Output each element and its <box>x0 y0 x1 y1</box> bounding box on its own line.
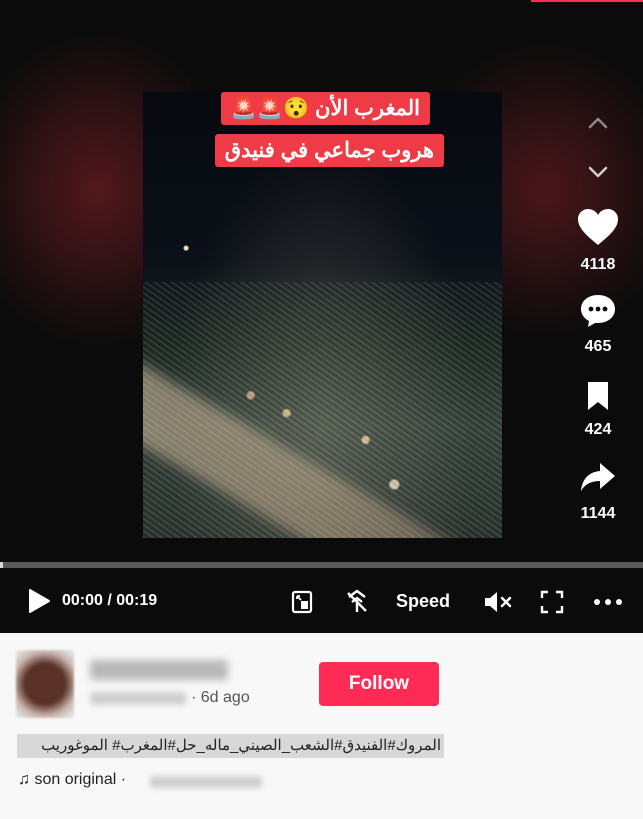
more-options-icon[interactable] <box>593 597 623 607</box>
author-handle-blurred[interactable] <box>90 692 186 705</box>
chevron-down-icon[interactable] <box>585 159 611 185</box>
music-note-icon: ♫ <box>18 771 30 788</box>
music-label: son original · <box>34 771 127 788</box>
music-author-blurred[interactable] <box>150 776 262 788</box>
chevron-up-icon[interactable] <box>585 110 611 136</box>
progress-fill <box>0 562 3 568</box>
float-player-icon[interactable] <box>343 588 371 616</box>
time-display: 00:00 / 00:19 <box>62 592 158 609</box>
comment-button[interactable]: 465 <box>572 293 624 356</box>
like-button[interactable]: 4118 <box>572 207 624 274</box>
picture-in-picture-icon[interactable] <box>289 589 315 615</box>
play-icon[interactable] <box>26 587 52 615</box>
like-count: 4118 <box>580 256 616 273</box>
avatar[interactable] <box>16 650 74 718</box>
share-button[interactable]: 1144 <box>572 460 624 523</box>
speed-button[interactable]: Speed <box>396 591 450 612</box>
save-count: 424 <box>584 421 612 438</box>
comment-count: 465 <box>584 338 612 355</box>
mute-icon[interactable] <box>482 589 514 615</box>
author-name-blurred[interactable] <box>90 660 228 680</box>
fullscreen-icon[interactable] <box>539 589 565 615</box>
video-player[interactable]: المغرب الأن 😯🚨🚨 هروب جماعي في فنيدق 4118… <box>0 0 643 633</box>
follow-button[interactable]: Follow <box>319 662 439 706</box>
video-caption-overlay: المغرب الأن 😯🚨🚨 هروب جماعي في فنيدق <box>179 92 444 184</box>
share-arrow-icon <box>581 463 615 491</box>
share-count: 1144 <box>580 505 616 522</box>
comment-icon <box>581 295 615 327</box>
caption-line-1: المغرب الأن 😯🚨🚨 <box>220 92 430 125</box>
heart-icon <box>578 209 618 245</box>
progress-bar[interactable] <box>0 562 643 568</box>
post-age: · 6d ago <box>191 689 250 706</box>
caption-line-2: هروب جماعي في فنيدق <box>214 134 444 167</box>
music-row[interactable]: ♫ son original · <box>18 771 126 789</box>
save-button[interactable]: 424 <box>572 380 624 439</box>
bookmark-icon <box>588 382 608 410</box>
top-accent-bar <box>531 0 643 2</box>
post-description[interactable]: المروك#الفنيدق#الشعب_الصيني_ماله_حل#المغ… <box>17 734 444 758</box>
